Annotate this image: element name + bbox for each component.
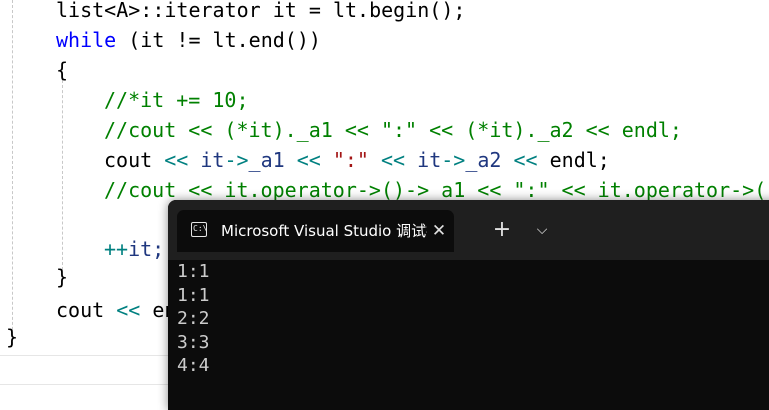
close-icon[interactable]: ✕: [428, 220, 450, 242]
output-line: 2:2: [177, 308, 210, 329]
indent-guide: [12, 0, 13, 345]
code-token: //*it += 10;: [104, 88, 249, 112]
code-line: list<A>::iterator it = lt.begin();: [56, 0, 465, 25]
code-token: ->: [224, 148, 249, 172]
code-token: (it != lt.end()): [116, 28, 321, 52]
code-token: while: [56, 28, 117, 52]
code-token: <<: [116, 298, 141, 322]
code-line: }: [56, 262, 68, 292]
code-line: cout << it->_a1 << ":" << it->_a2 << end…: [104, 145, 610, 175]
code-token: it: [188, 148, 225, 172]
code-line: //cout << (*it)._a1 << ":" << (*it)._a2 …: [104, 115, 682, 145]
code-token: ":": [320, 148, 382, 172]
console-titlebar[interactable]: C:\ Microsoft Visual Studio 调试控制台 ✕ + ⌵: [168, 200, 769, 260]
indent-guide: [62, 80, 63, 270]
code-token: it: [405, 148, 442, 172]
code-token: _a1: [248, 148, 297, 172]
terminal-icon-glyph: C:\: [193, 224, 208, 233]
chevron-down-icon[interactable]: ⌵: [530, 218, 554, 242]
code-token: ++: [104, 237, 129, 261]
code-token: _a2: [465, 148, 514, 172]
code-token: <<: [164, 148, 189, 172]
code-token: ->: [441, 148, 466, 172]
terminal-icon: C:\: [191, 222, 207, 237]
code-token: cout: [104, 148, 165, 172]
console-output[interactable]: 1:1 1:1 2:2 3:3 4:4: [177, 260, 210, 378]
code-line: ++it;: [104, 234, 164, 264]
code-token: }: [56, 265, 69, 289]
output-line: 1:1: [177, 261, 210, 282]
code-token: {: [56, 58, 69, 82]
code-line: }: [6, 322, 18, 352]
console-tab[interactable]: C:\ Microsoft Visual Studio 调试控制台 ✕: [177, 210, 454, 252]
console-tab-title: Microsoft Visual Studio 调试控制台: [221, 222, 427, 240]
code-token: <<: [296, 148, 321, 172]
code-token: list<A>::iterator it = lt.begin();: [56, 0, 466, 22]
code-token: }: [6, 325, 19, 349]
code-line: //*it += 10;: [104, 85, 249, 115]
code-token: <<: [513, 148, 538, 172]
debug-console-window[interactable]: C:\ Microsoft Visual Studio 调试控制台 ✕ + ⌵ …: [168, 200, 769, 410]
output-line: 1:1: [177, 284, 210, 306]
code-token: cout: [56, 298, 117, 322]
code-token: //cout << it.operator->()->_a1 << ":" <<…: [104, 178, 769, 202]
code-line: while (it != lt.end()): [56, 25, 321, 55]
code-token: it;: [128, 237, 165, 261]
code-token: endl;: [537, 148, 610, 172]
code-token: <<: [381, 148, 406, 172]
output-line: 4:4: [177, 355, 210, 376]
code-line: {: [56, 55, 68, 85]
output-line: 3:3: [177, 331, 210, 353]
new-tab-button[interactable]: +: [490, 218, 514, 242]
code-token: //cout << (*it)._a1 << ":" << (*it)._a2 …: [104, 118, 682, 142]
